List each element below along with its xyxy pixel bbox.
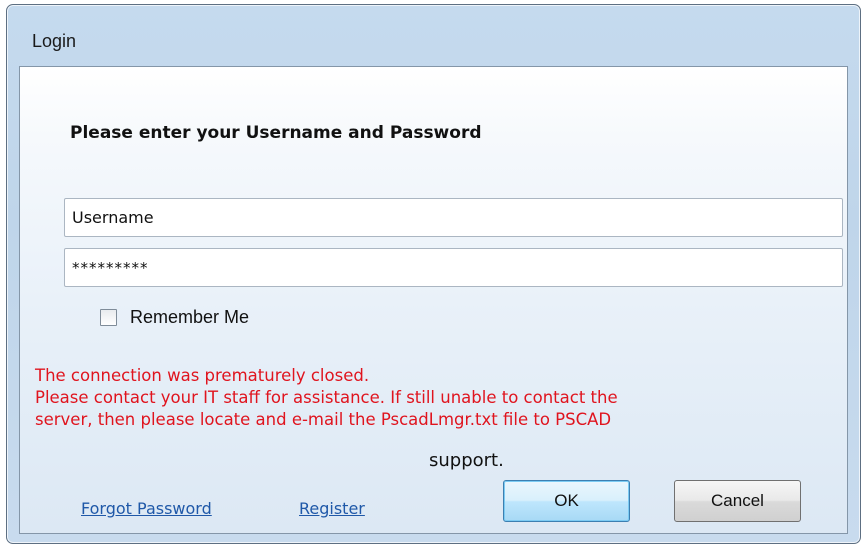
remember-me-option[interactable]: Remember Me (100, 307, 249, 327)
username-input[interactable] (64, 198, 843, 237)
error-line: server, then please locate and e-mail th… (35, 410, 612, 429)
error-message: The connection was prematurely closed. P… (35, 365, 845, 431)
error-line: Please contact your IT staff for assista… (35, 388, 618, 407)
dialog-content: Please enter your Username and Password … (19, 66, 848, 534)
login-dialog: Login Please enter your Username and Pas… (6, 4, 861, 544)
ok-button[interactable]: OK (503, 480, 630, 522)
password-input[interactable] (64, 248, 843, 287)
remember-me-checkbox[interactable] (100, 308, 117, 326)
cancel-button[interactable]: Cancel (674, 480, 801, 522)
title-bar[interactable]: Login (7, 5, 860, 65)
window-title: Login (32, 31, 77, 51)
remember-me-label: Remember Me (130, 306, 250, 327)
register-link[interactable]: Register (299, 499, 365, 518)
error-line: The connection was prematurely closed. (35, 366, 370, 385)
instructions-heading: Please enter your Username and Password (70, 123, 482, 143)
error-support-text: support. (429, 450, 504, 471)
forgot-password-link[interactable]: Forgot Password (81, 499, 212, 518)
